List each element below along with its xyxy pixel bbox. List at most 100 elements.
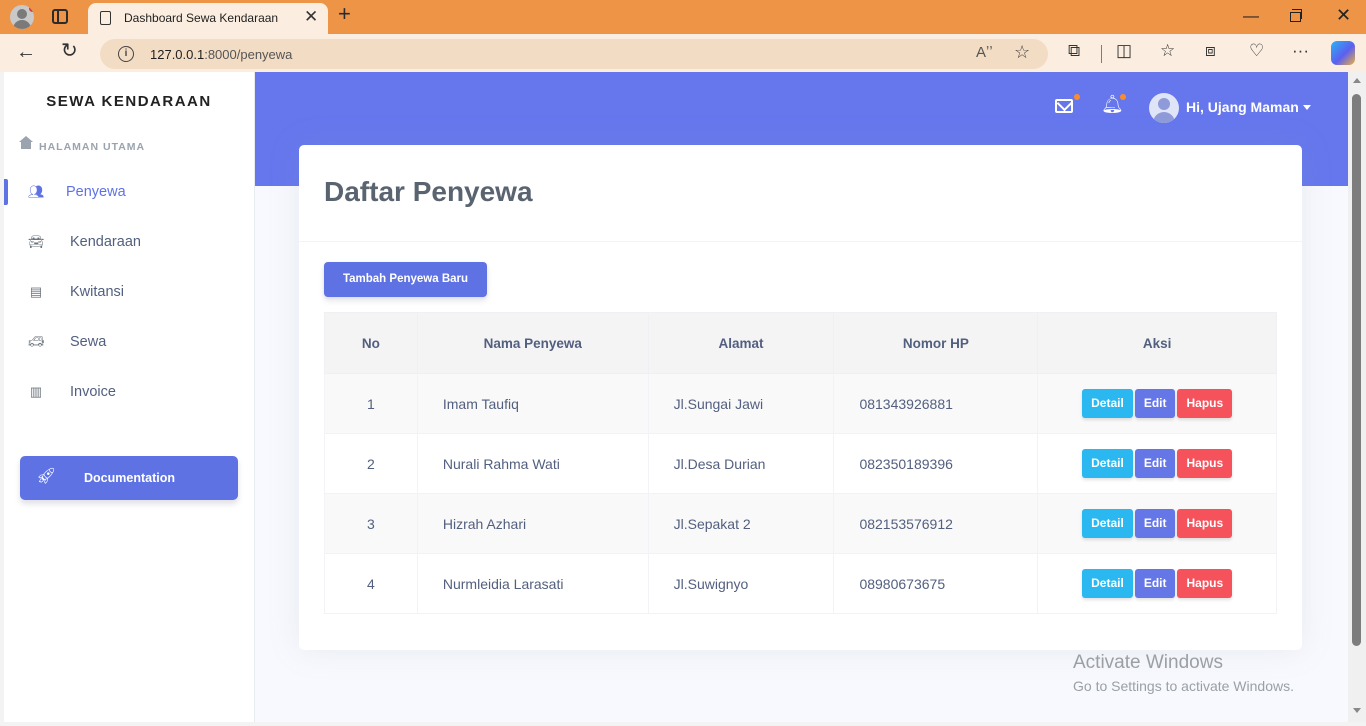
detail-button[interactable]: Detail [1082,449,1133,478]
card-divider [299,241,1302,242]
sidebar-item-invoice[interactable]: ▥ Invoice [4,372,254,412]
invoice-icon: ▥ [29,384,43,399]
scroll-up-icon[interactable] [1353,78,1361,83]
browser-tab-bar: Dashboard Sewa Kendaraan ✕ + — ✕ [0,0,1366,34]
cell-nama: Nurmleidia Larasati [416,553,649,614]
rocket-icon: 🚀︎ [36,468,57,485]
users-icon: 👥︎ [28,184,45,199]
page-viewport: 🔔︎ Hi, Ujang Maman SEWA KENDARAAN HALAMA… [4,72,1348,722]
main-card: Daftar Penyewa Tambah Penyewa Baru No Na… [299,145,1302,650]
back-arrow-icon[interactable]: ← [16,42,36,62]
watermark-line-2: Go to Settings to activate Windows. [1073,678,1294,694]
add-penyewa-button[interactable]: Tambah Penyewa Baru [324,262,487,297]
more-menu-icon[interactable]: ··· [1292,42,1309,59]
cell-alamat: Jl.Desa Durian [647,433,835,494]
detail-button[interactable]: Detail [1082,509,1133,538]
sidebar: SEWA KENDARAAN HALAMAN UTAMA 👥︎ Penyewa … [4,72,254,722]
cell-no: 2 [324,433,418,494]
edit-button[interactable]: Edit [1134,449,1176,478]
table-row: 3 Hizrah Azhari Jl.Sepakat 2 08215357691… [324,493,1277,554]
edit-button[interactable]: Edit [1134,509,1176,538]
cell-alamat: Jl.Suwignyo [647,553,835,614]
cell-alamat: Jl.Sepakat 2 [647,493,835,554]
bell-notification-dot [1120,94,1126,100]
column-header-alamat: Alamat [647,312,835,374]
scroll-down-icon[interactable] [1353,708,1361,713]
sidebar-item-label: Kendaraan [70,234,141,250]
column-header-no: No [324,312,418,374]
favorite-star-icon[interactable]: ☆ [1014,42,1030,63]
favorites-icon[interactable]: ☆ [1160,42,1175,59]
address-bar[interactable]: i 127.0.0.1:8000/penyewa Aʼʼ ☆ [100,39,1048,69]
cell-no: 4 [324,553,418,614]
cell-aksi: Detail Edit Hapus [1037,493,1277,554]
caret-down-icon[interactable] [1303,105,1311,110]
read-aloud-icon[interactable]: Aʼʼ [976,44,993,61]
documentation-label: Documentation [84,471,175,485]
sidebar-item-kendaraan[interactable]: 🚘︎ Kendaraan [4,222,254,262]
car-side-icon: 🚙︎ [28,334,45,349]
extensions-icon[interactable]: ⧉ [1068,42,1080,59]
user-avatar[interactable] [1149,93,1179,123]
edit-button[interactable]: Edit [1134,389,1176,418]
reload-icon[interactable]: ↻ [61,41,78,61]
section-heading: HALAMAN UTAMA [19,136,145,153]
penyewa-table: No Nama Penyewa Alamat Nomor HP Aksi 1 I… [324,312,1277,614]
delete-button[interactable]: Hapus [1177,569,1233,598]
window-close-button[interactable]: ✕ [1336,6,1351,24]
edit-button[interactable]: Edit [1134,569,1176,598]
scrollbar-thumb[interactable] [1352,94,1361,646]
user-menu[interactable]: Hi, Ujang Maman [1186,99,1299,115]
watermark-line-1: Activate Windows [1073,652,1223,673]
cell-hp: 081343926881 [833,373,1039,434]
detail-button[interactable]: Detail [1082,389,1133,418]
cell-hp: 082153576912 [833,493,1039,554]
cell-aksi: Detail Edit Hapus [1037,553,1277,614]
cell-hp: 082350189396 [833,433,1039,494]
tab-actions-icon[interactable] [52,9,68,24]
page-title: Daftar Penyewa [324,176,533,207]
cell-nama: Imam Taufiq [416,373,649,434]
delete-button[interactable]: Hapus [1177,389,1233,418]
split-screen-icon[interactable]: ◫ [1116,42,1132,59]
detail-button[interactable]: Detail [1082,569,1133,598]
cell-nama: Hizrah Azhari [416,493,649,554]
delete-button[interactable]: Hapus [1177,449,1233,478]
page-scrollbar[interactable] [1348,72,1366,722]
receipt-icon: ▤ [29,284,43,299]
close-tab-icon[interactable]: ✕ [304,8,318,25]
site-info-icon[interactable]: i [118,46,134,62]
copilot-icon[interactable] [1331,41,1355,65]
minimize-button[interactable]: — [1243,8,1259,26]
delete-button[interactable]: Hapus [1177,509,1233,538]
page-icon [100,11,111,25]
documentation-button[interactable]: 🚀︎ Documentation [20,456,238,500]
cell-no: 3 [324,493,418,554]
cell-no: 1 [324,373,418,434]
sidebar-item-label: Penyewa [66,184,126,200]
table-row: 4 Nurmleidia Larasati Jl.Suwignyo 089806… [324,553,1277,614]
brand-title: SEWA KENDARAAN [46,93,212,110]
sidebar-item-label: Invoice [70,384,116,400]
sidebar-item-sewa[interactable]: 🚙︎ Sewa [4,322,254,362]
profile-avatar-icon[interactable] [10,5,34,29]
browser-tab-active[interactable]: Dashboard Sewa Kendaraan ✕ [88,3,328,34]
collections-icon[interactable]: ⧈ [1205,42,1216,59]
browser-essentials-icon[interactable]: ♡ [1249,42,1264,59]
sidebar-item-label: Sewa [70,334,107,350]
mail-icon[interactable] [1055,99,1073,113]
cell-alamat: Jl.Sungai Jawi [647,373,835,434]
toolbar-divider [1101,45,1102,63]
restore-button[interactable] [1290,9,1302,22]
url-text: 127.0.0.1:8000/penyewa [150,47,293,62]
cell-aksi: Detail Edit Hapus [1037,433,1277,494]
sidebar-item-kwitansi[interactable]: ▤ Kwitansi [4,272,254,312]
table-row: 2 Nurali Rahma Wati Jl.Desa Durian 08235… [324,433,1277,494]
browser-toolbar: ← ↻ i 127.0.0.1:8000/penyewa Aʼʼ ☆ ⧉ ◫ ☆… [0,34,1366,72]
new-tab-button[interactable]: + [338,3,351,25]
tab-title: Dashboard Sewa Kendaraan [124,11,279,25]
windows-activation-watermark: Activate Windows Go to Settings to activ… [1073,652,1294,694]
car-icon: 🚘︎ [28,234,45,249]
sidebar-item-penyewa[interactable]: 👥︎ Penyewa [4,172,254,212]
home-icon [19,136,33,150]
